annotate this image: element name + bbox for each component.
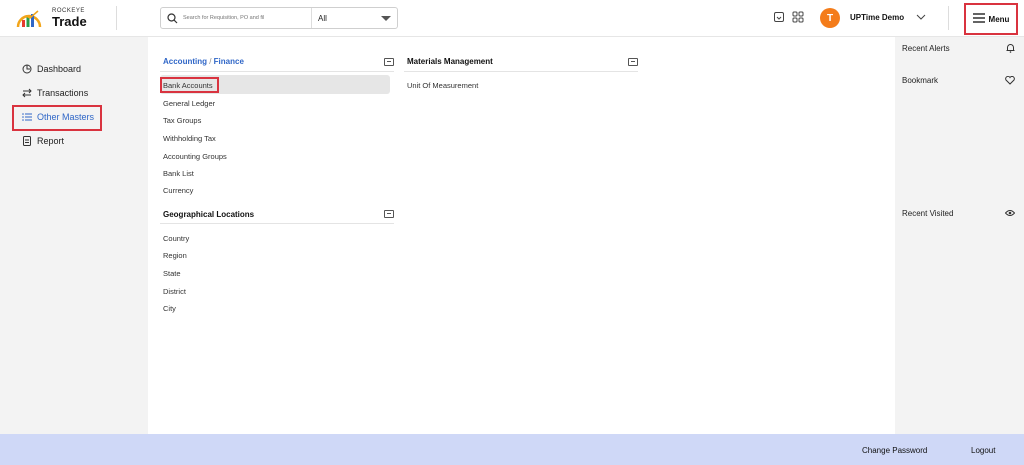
section-collapse-icon[interactable]	[628, 58, 638, 66]
eye-icon[interactable]	[1005, 208, 1015, 218]
link-state[interactable]: State	[163, 269, 181, 278]
app-logo[interactable]: ROCKEYE Trade	[16, 7, 87, 29]
logout-link[interactable]: Logout	[971, 446, 995, 455]
link-country[interactable]: Country	[163, 234, 189, 243]
bookmark-tray-icon[interactable]	[773, 11, 787, 25]
section-collapse-icon[interactable]	[384, 210, 394, 218]
section-divider	[404, 71, 638, 72]
global-search[interactable]: All	[160, 7, 398, 29]
section-title-accounting: Accounting / Finance	[163, 57, 244, 66]
link-withholding-tax[interactable]: Withholding Tax	[163, 134, 216, 143]
link-region[interactable]: Region	[163, 251, 187, 260]
link-tax-groups[interactable]: Tax Groups	[163, 116, 201, 125]
section-collapse-icon[interactable]	[384, 58, 394, 66]
bookmark-label[interactable]: Bookmark	[902, 76, 938, 85]
search-scope-select[interactable]: All	[311, 8, 397, 28]
section-title-geo: Geographical Locations	[163, 210, 255, 219]
user-chevron-down-icon[interactable]	[915, 11, 927, 25]
link-accounting-groups[interactable]: Accounting Groups	[163, 152, 227, 161]
sidebar-item-dashboard[interactable]: Dashboard	[22, 64, 81, 74]
heart-icon[interactable]	[1005, 75, 1015, 85]
highlight-bank-accounts	[160, 77, 219, 93]
change-password-link[interactable]: Change Password	[862, 446, 927, 455]
header-divider	[116, 6, 117, 30]
user-avatar[interactable]: T	[820, 8, 840, 28]
menu-button[interactable]: Menu	[964, 3, 1018, 35]
sidebar-item-report[interactable]: Report	[22, 136, 64, 146]
section-divider	[160, 71, 394, 72]
apps-grid-icon[interactable]	[792, 11, 806, 25]
right-panel: Recent Alerts Bookmark Recent Visited	[895, 37, 1024, 434]
link-unit-of-measurement[interactable]: Unit Of Measurement	[407, 81, 478, 90]
logo-chart-icon	[16, 7, 42, 29]
search-input[interactable]	[183, 15, 298, 21]
transfer-icon	[22, 88, 32, 98]
header-divider-right	[948, 6, 949, 30]
sidebar-item-label: Dashboard	[37, 64, 82, 74]
search-scope-value: All	[318, 13, 327, 23]
sidebar-item-label: Report	[37, 136, 65, 146]
link-currency[interactable]: Currency	[163, 186, 193, 195]
section-divider	[160, 223, 394, 224]
logo-big-text: Trade	[52, 14, 87, 29]
top-header: ROCKEYE Trade All T UPTime Demo Menu	[0, 0, 1024, 37]
section-title-materials: Materials Management	[407, 57, 493, 66]
section-title-separator: /	[207, 57, 214, 66]
link-city[interactable]: City	[163, 304, 176, 313]
hamburger-icon	[972, 13, 985, 25]
section-title-part: Finance	[213, 57, 244, 66]
left-sidebar: Dashboard Transactions Other Masters Rep…	[0, 37, 148, 434]
chevron-down-icon	[381, 15, 391, 21]
search-icon	[161, 8, 183, 28]
link-district[interactable]: District	[163, 287, 186, 296]
recent-visited-label[interactable]: Recent Visited	[902, 209, 953, 218]
sidebar-item-label: Transactions	[37, 88, 89, 98]
document-icon	[22, 136, 32, 146]
section-title-part: Accounting	[163, 57, 207, 66]
footer-bar: Change Password Logout	[0, 434, 1024, 465]
sidebar-item-transactions[interactable]: Transactions	[22, 88, 88, 98]
highlight-other-masters	[12, 105, 102, 131]
link-bank-list[interactable]: Bank List	[163, 169, 194, 178]
recent-alerts-label[interactable]: Recent Alerts	[902, 44, 950, 53]
link-general-ledger[interactable]: General Ledger	[163, 99, 215, 108]
dashboard-icon	[22, 64, 32, 74]
user-name[interactable]: UPTime Demo	[850, 13, 904, 22]
bell-icon[interactable]	[1005, 43, 1015, 53]
menu-label: Menu	[988, 14, 1010, 24]
